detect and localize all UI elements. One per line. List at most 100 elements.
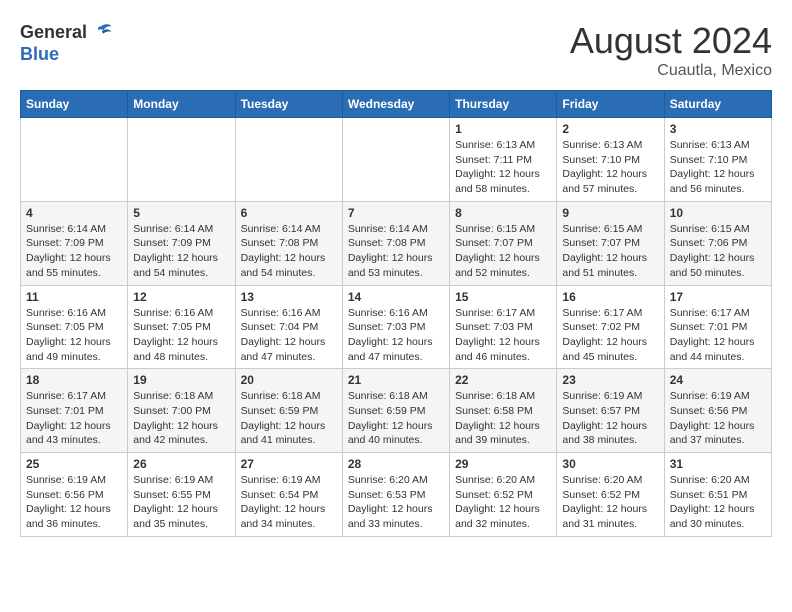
day-number: 25 (26, 457, 122, 471)
day-number: 27 (241, 457, 337, 471)
day-number: 14 (348, 290, 444, 304)
day-number: 19 (133, 373, 229, 387)
calendar-cell (21, 118, 128, 202)
calendar-cell: 23Sunrise: 6:19 AM Sunset: 6:57 PM Dayli… (557, 369, 664, 453)
day-of-week-header: Wednesday (342, 91, 449, 118)
day-of-week-header: Tuesday (235, 91, 342, 118)
day-info: Sunrise: 6:14 AM Sunset: 7:08 PM Dayligh… (348, 222, 444, 281)
day-number: 22 (455, 373, 551, 387)
calendar-cell: 17 Sunrise: 6:17 AM Sunset: 7:01 PM Dayli… (664, 285, 771, 369)
day-info: Sunrise: 6:20 AM Sunset: 6:52 PM Dayligh… (455, 473, 551, 532)
day-of-week-header: Sunday (21, 91, 128, 118)
day-number: 7 (348, 206, 444, 220)
day-number: 15 (455, 290, 551, 304)
calendar-header-row: SundayMondayTuesdayWednesdayThursdayFrid… (21, 91, 772, 118)
day-info: Sunrise: 6:13 AM Sunset: 7:10 PM Dayligh… (562, 138, 658, 197)
day-number: 26 (133, 457, 229, 471)
calendar-cell: 15 Sunrise: 6:17 AM Sunset: 7:03 PM Dayli… (450, 285, 557, 369)
day-info: Sunrise: 6:18 AM Sunset: 6:58 PM Dayligh… (455, 389, 551, 448)
day-info: Sunrise: 6:20 AM Sunset: 6:52 PM Dayligh… (562, 473, 658, 532)
calendar-cell (342, 118, 449, 202)
calendar-week-row: 11 Sunrise: 6:16 AM Sunset: 7:05 PM Dayli… (21, 285, 772, 369)
day-number: 16 (562, 290, 658, 304)
day-number: 10 (670, 206, 766, 220)
day-info: Sunrise: 6:15 AM Sunset: 7:07 PM Dayligh… (562, 222, 658, 281)
calendar-cell: 31 Sunrise: 6:20 AM Sunset: 6:51 PM Dayli… (664, 453, 771, 537)
day-info: Sunrise: 6:18 AM Sunset: 7:00 PM Dayligh… (133, 389, 229, 448)
day-number: 31 (670, 457, 766, 471)
calendar-cell: 18 Sunrise: 6:17 AM Sunset: 7:01 PM Dayli… (21, 369, 128, 453)
page-header: General Blue August 2024 Cuautla, Mexico (20, 20, 772, 80)
day-number: 2 (562, 122, 658, 136)
calendar-cell: 14 Sunrise: 6:16 AM Sunset: 7:03 PM Dayli… (342, 285, 449, 369)
calendar-cell: 29 Sunrise: 6:20 AM Sunset: 6:52 PM Dayli… (450, 453, 557, 537)
calendar-cell: 8 Sunrise: 6:15 AM Sunset: 7:07 PM Daylig… (450, 201, 557, 285)
calendar-week-row: 4Sunrise: 6:14 AM Sunset: 7:09 PM Daylig… (21, 201, 772, 285)
day-info: Sunrise: 6:19 AM Sunset: 6:56 PM Dayligh… (26, 473, 122, 532)
day-number: 1 (455, 122, 551, 136)
calendar-cell: 26 Sunrise: 6:19 AM Sunset: 6:55 PM Dayli… (128, 453, 235, 537)
day-number: 6 (241, 206, 337, 220)
calendar-cell: 11 Sunrise: 6:16 AM Sunset: 7:05 PM Dayli… (21, 285, 128, 369)
calendar-week-row: 18 Sunrise: 6:17 AM Sunset: 7:01 PM Dayli… (21, 369, 772, 453)
calendar-cell: 25 Sunrise: 6:19 AM Sunset: 6:56 PM Dayli… (21, 453, 128, 537)
calendar-cell: 1Sunrise: 6:13 AM Sunset: 7:11 PM Daylig… (450, 118, 557, 202)
day-number: 21 (348, 373, 444, 387)
calendar-cell: 3Sunrise: 6:13 AM Sunset: 7:10 PM Daylig… (664, 118, 771, 202)
day-info: Sunrise: 6:19 AM Sunset: 6:55 PM Dayligh… (133, 473, 229, 532)
day-info: Sunrise: 6:20 AM Sunset: 6:53 PM Dayligh… (348, 473, 444, 532)
month-year-title: August 2024 (570, 20, 772, 62)
calendar-cell: 12 Sunrise: 6:16 AM Sunset: 7:05 PM Dayli… (128, 285, 235, 369)
day-info: Sunrise: 6:19 AM Sunset: 6:54 PM Dayligh… (241, 473, 337, 532)
day-number: 18 (26, 373, 122, 387)
day-of-week-header: Monday (128, 91, 235, 118)
day-info: Sunrise: 6:17 AM Sunset: 7:01 PM Dayligh… (670, 306, 766, 365)
day-number: 5 (133, 206, 229, 220)
calendar-cell: 9 Sunrise: 6:15 AM Sunset: 7:07 PM Daylig… (557, 201, 664, 285)
day-of-week-header: Thursday (450, 91, 557, 118)
day-info: Sunrise: 6:20 AM Sunset: 6:51 PM Dayligh… (670, 473, 766, 532)
calendar-cell: 4Sunrise: 6:14 AM Sunset: 7:09 PM Daylig… (21, 201, 128, 285)
logo-general-text: General (20, 22, 87, 43)
day-info: Sunrise: 6:16 AM Sunset: 7:05 PM Dayligh… (133, 306, 229, 365)
calendar-cell: 7 Sunrise: 6:14 AM Sunset: 7:08 PM Daylig… (342, 201, 449, 285)
day-info: Sunrise: 6:16 AM Sunset: 7:05 PM Dayligh… (26, 306, 122, 365)
logo: General Blue (20, 20, 113, 65)
calendar-cell: 30 Sunrise: 6:20 AM Sunset: 6:52 PM Dayli… (557, 453, 664, 537)
day-info: Sunrise: 6:17 AM Sunset: 7:01 PM Dayligh… (26, 389, 122, 448)
calendar-cell: 2 Sunrise: 6:13 AM Sunset: 7:10 PM Daylig… (557, 118, 664, 202)
calendar-cell: 22 Sunrise: 6:18 AM Sunset: 6:58 PM Dayli… (450, 369, 557, 453)
day-info: Sunrise: 6:14 AM Sunset: 7:09 PM Dayligh… (133, 222, 229, 281)
calendar-cell (128, 118, 235, 202)
day-info: Sunrise: 6:17 AM Sunset: 7:03 PM Dayligh… (455, 306, 551, 365)
calendar-cell: 24Sunrise: 6:19 AM Sunset: 6:56 PM Dayli… (664, 369, 771, 453)
day-number: 11 (26, 290, 122, 304)
day-number: 12 (133, 290, 229, 304)
day-of-week-header: Friday (557, 91, 664, 118)
calendar-cell: 20Sunrise: 6:18 AM Sunset: 6:59 PM Dayli… (235, 369, 342, 453)
day-of-week-header: Saturday (664, 91, 771, 118)
day-info: Sunrise: 6:18 AM Sunset: 6:59 PM Dayligh… (241, 389, 337, 448)
day-info: Sunrise: 6:13 AM Sunset: 7:10 PM Dayligh… (670, 138, 766, 197)
calendar-week-row: 1Sunrise: 6:13 AM Sunset: 7:11 PM Daylig… (21, 118, 772, 202)
day-number: 29 (455, 457, 551, 471)
day-info: Sunrise: 6:18 AM Sunset: 6:59 PM Dayligh… (348, 389, 444, 448)
day-number: 24 (670, 373, 766, 387)
calendar-cell: 28 Sunrise: 6:20 AM Sunset: 6:53 PM Dayli… (342, 453, 449, 537)
calendar-cell: 10Sunrise: 6:15 AM Sunset: 7:06 PM Dayli… (664, 201, 771, 285)
day-number: 28 (348, 457, 444, 471)
day-number: 17 (670, 290, 766, 304)
day-info: Sunrise: 6:17 AM Sunset: 7:02 PM Dayligh… (562, 306, 658, 365)
day-number: 8 (455, 206, 551, 220)
calendar-cell: 21 Sunrise: 6:18 AM Sunset: 6:59 PM Dayli… (342, 369, 449, 453)
calendar-cell: 13Sunrise: 6:16 AM Sunset: 7:04 PM Dayli… (235, 285, 342, 369)
logo-blue-text: Blue (20, 44, 59, 65)
day-number: 30 (562, 457, 658, 471)
logo-bird-icon (89, 20, 113, 44)
day-info: Sunrise: 6:15 AM Sunset: 7:07 PM Dayligh… (455, 222, 551, 281)
calendar-cell (235, 118, 342, 202)
calendar-table: SundayMondayTuesdayWednesdayThursdayFrid… (20, 90, 772, 537)
day-number: 9 (562, 206, 658, 220)
calendar-cell: 5 Sunrise: 6:14 AM Sunset: 7:09 PM Daylig… (128, 201, 235, 285)
day-info: Sunrise: 6:16 AM Sunset: 7:03 PM Dayligh… (348, 306, 444, 365)
